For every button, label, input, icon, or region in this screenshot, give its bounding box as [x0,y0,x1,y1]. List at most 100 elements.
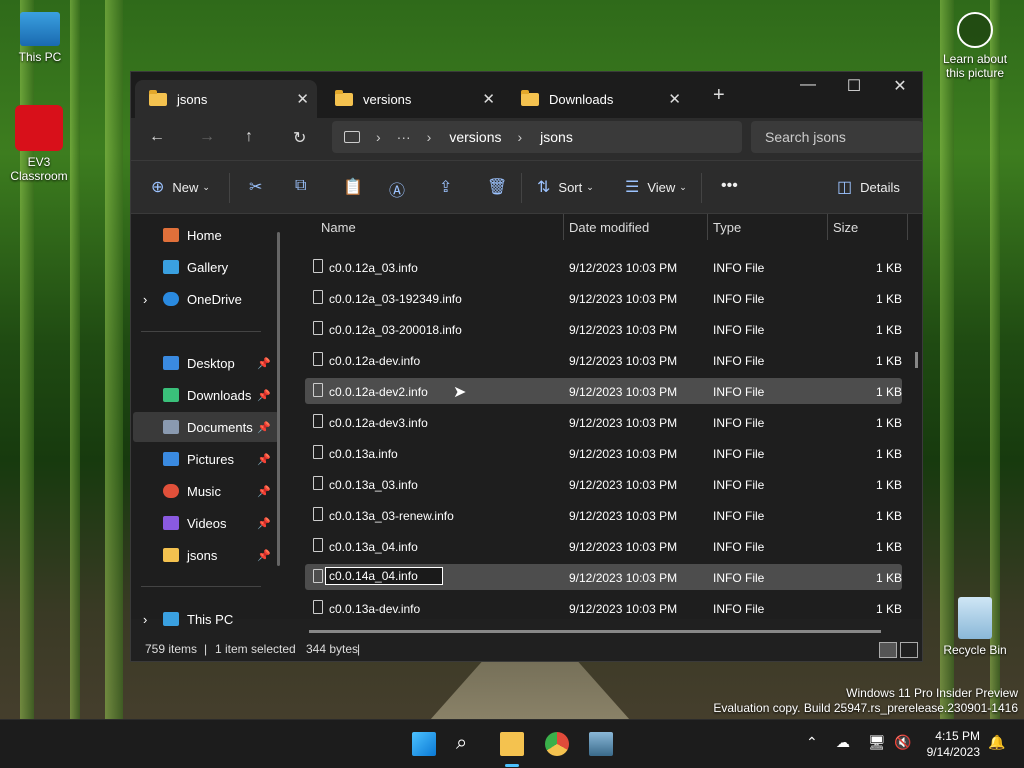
file-row[interactable]: c0.0.12a_03.info 9/12/2023 10:03 PM INFO… [305,254,902,280]
sidebar-item-label: Home [187,227,222,243]
search-icon[interactable]: ⌕ [456,732,480,756]
camera-icon [957,12,993,48]
sidebar-scrollbar[interactable] [277,232,280,566]
new-tab-button[interactable]: + [713,84,725,107]
column-date[interactable]: Date modified [569,220,649,235]
tab-jsons[interactable]: jsons ✕ [135,80,317,118]
sort-button[interactable]: ⇅ Sort ⌄ [537,177,594,197]
paste-icon[interactable]: 📋 [343,177,363,197]
pin-icon: 📌 [257,389,271,402]
file-explorer-window: jsons ✕ versions ✕ Downloads ✕ + — ☐ ✕ ←… [130,71,923,662]
file-row[interactable]: c0.0.12a-dev.info 9/12/2023 10:03 PM INF… [305,347,902,373]
column-size[interactable]: Size [833,220,858,235]
column-divider[interactable] [563,214,564,240]
learn-about-picture-icon[interactable]: Learn about this picture [934,12,1016,80]
file-row[interactable]: c0.0.13a-dev.info 9/12/2023 10:03 PM INF… [305,595,902,619]
more-locations-button[interactable]: ··· [397,129,411,145]
ev3-classroom-desktop-icon[interactable]: EV3 Classroom [0,105,78,183]
column-divider[interactable] [827,214,828,240]
file-type: INFO File [713,509,765,523]
chevron-right-icon[interactable]: › [143,612,147,627]
details-view-toggle[interactable] [879,642,897,658]
close-tab-icon[interactable]: ✕ [668,90,681,108]
breadcrumb-versions[interactable]: versions [449,129,501,145]
file-explorer-taskbar-icon[interactable] [500,732,524,756]
tab-versions[interactable]: versions ✕ [321,80,503,118]
file-row[interactable]: c0.0.12a_03-200018.info 9/12/2023 10:03 … [305,316,902,342]
share-icon[interactable]: ⇪ [439,177,452,197]
chevron-right-icon: › [426,129,432,145]
start-windows-icon[interactable] [412,732,436,756]
chevron-right-icon[interactable]: › [143,292,147,307]
sidebar-item-desktop[interactable]: Desktop 📌 [133,348,279,378]
cloud-sync-icon[interactable]: ☁ [836,734,850,751]
chevron-down-icon: ⌄ [202,181,210,192]
address-bar[interactable]: › ··· › versions › jsons [332,121,742,153]
file-row[interactable]: c0.0.12a_03-192349.info 9/12/2023 10:03 … [305,285,902,311]
more-options-button[interactable]: ••• [721,177,738,195]
refresh-button[interactable]: ↻ [293,128,306,148]
file-icon [313,507,323,521]
sidebar-separator [141,331,261,332]
column-divider[interactable] [707,214,708,240]
file-row-selected[interactable]: 9/12/2023 10:03 PM INFO File 1 KB [305,564,902,590]
column-divider[interactable] [907,214,908,240]
photo-viewer-icon[interactable] [589,732,613,756]
music-icon [163,484,179,498]
sidebar-item-jsons[interactable]: jsons 📌 [133,540,279,570]
file-row[interactable]: c0.0.13a_03.info 9/12/2023 10:03 PM INFO… [305,471,902,497]
chevron-right-icon: › [517,129,523,145]
volume-muted-icon[interactable]: 🔇 [894,734,911,751]
file-row[interactable]: c0.0.13a_03-renew.info 9/12/2023 10:03 P… [305,502,902,528]
close-tab-icon[interactable]: ✕ [296,90,309,108]
cut-icon[interactable]: ✂ [249,177,262,197]
minimize-button[interactable]: — [785,76,831,94]
sidebar-item-documents[interactable]: Documents 📌 [133,412,279,442]
file-row[interactable]: c0.0.12a-dev3.info 9/12/2023 10:03 PM IN… [305,409,902,435]
back-button[interactable]: ← [149,128,165,146]
search-input[interactable]: Search jsons [751,121,923,153]
column-type[interactable]: Type [713,220,741,235]
details-button[interactable]: ◫ Details [837,177,900,197]
recycle-bin-desktop-icon[interactable]: Recycle Bin [935,597,1015,657]
delete-icon[interactable]: 🗑 [487,177,507,197]
rename-input[interactable] [325,567,443,585]
network-icon[interactable]: 🖥 [868,734,886,751]
up-button[interactable]: ↑ [245,128,253,146]
tab-bar: jsons ✕ versions ✕ Downloads ✕ + — ☐ ✕ [131,72,922,118]
sidebar-item-videos[interactable]: Videos 📌 [133,508,279,538]
file-row[interactable]: c0.0.13a_04.info 9/12/2023 10:03 PM INFO… [305,533,902,559]
close-tab-icon[interactable]: ✕ [482,90,495,108]
sidebar-item-pictures[interactable]: Pictures 📌 [133,444,279,474]
sidebar-item-home[interactable]: Home [133,220,279,250]
selected-count: 1 item selected [215,642,296,656]
notification-bell-icon[interactable]: 🔔 [988,734,1005,751]
sidebar-item-gallery[interactable]: Gallery [133,252,279,282]
maximize-button[interactable]: ☐ [831,76,877,96]
new-button[interactable]: ⊕ New ⌄ [151,177,210,197]
file-row[interactable]: c0.0.13a.info 9/12/2023 10:03 PM INFO Fi… [305,440,902,466]
close-window-button[interactable]: ✕ [877,76,923,96]
chrome-icon[interactable] [545,732,569,756]
large-icons-view-toggle[interactable] [900,642,918,658]
file-row-hovered[interactable]: c0.0.12a-dev2.info ➤ 9/12/2023 10:03 PM … [305,378,902,404]
copy-icon[interactable]: ⧉ [295,177,306,195]
file-icon [313,321,323,335]
chevron-up-icon[interactable]: ⌃ [806,734,818,751]
view-button[interactable]: ☰ View ⌄ [625,177,687,197]
folder-icon [521,89,539,106]
rename-icon[interactable]: Ⓐ [389,177,405,201]
breadcrumb-jsons[interactable]: jsons [540,129,573,145]
sidebar-item-this-pc[interactable]: › This PC [133,604,279,634]
tab-downloads[interactable]: Downloads ✕ [507,80,689,118]
this-pc-desktop-icon[interactable]: This PC [0,12,80,64]
sidebar-item-downloads[interactable]: Downloads 📌 [133,380,279,410]
file-list-vertical-scrollbar[interactable] [915,352,918,368]
sidebar-item-music[interactable]: Music 📌 [133,476,279,506]
tab-label: jsons [177,91,208,107]
system-clock[interactable]: 4:15 PM 9/14/2023 [927,728,980,760]
column-name[interactable]: Name [321,220,356,235]
sidebar-item-onedrive[interactable]: › OneDrive [133,284,279,314]
file-list-horizontal-scrollbar[interactable] [309,630,881,633]
forward-button[interactable]: → [199,128,215,146]
